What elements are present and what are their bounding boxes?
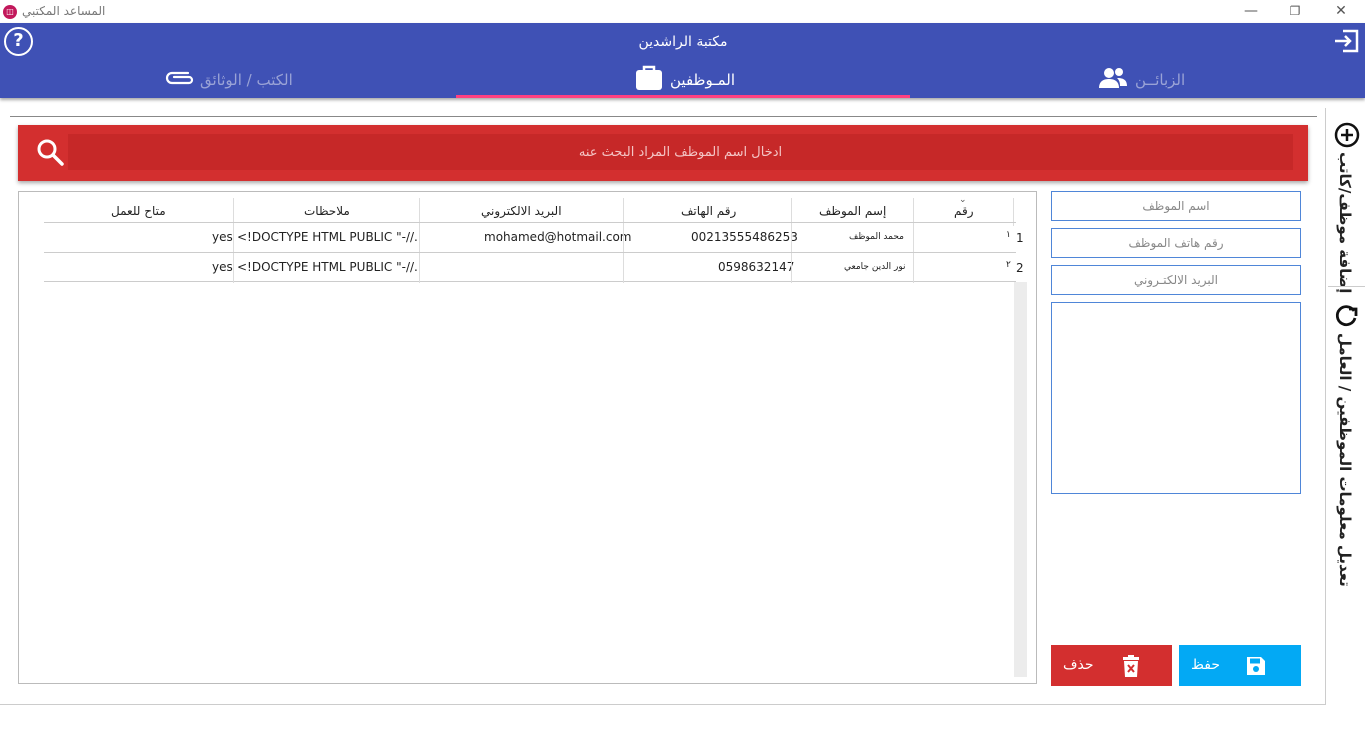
refresh-icon bbox=[1335, 305, 1358, 327]
add-circle-icon bbox=[1334, 122, 1360, 148]
save-button-label: حفظ bbox=[1191, 657, 1221, 673]
column-header-email[interactable]: البريد الالكتروني bbox=[481, 204, 562, 218]
divider bbox=[10, 116, 1317, 117]
tab-customers-label: الزبائــن bbox=[1135, 71, 1186, 89]
paperclip-icon bbox=[165, 71, 194, 85]
employees-table: رقم ⌄ إسم الموظف رقم الهاتف البريد الالك… bbox=[18, 191, 1037, 684]
column-header-id[interactable]: رقم bbox=[954, 204, 974, 218]
search-input[interactable] bbox=[68, 134, 1293, 170]
delete-button-label: حذف bbox=[1063, 657, 1094, 673]
column-header-notes[interactable]: ملاحظات bbox=[304, 204, 350, 218]
tab-employees[interactable]: المـوظفين bbox=[456, 60, 910, 98]
search-bar bbox=[18, 125, 1308, 181]
cell-divider bbox=[791, 253, 792, 283]
employee-notes-field[interactable] bbox=[1051, 302, 1301, 494]
cell-available: yes bbox=[212, 260, 233, 274]
cell-divider bbox=[419, 253, 420, 283]
row-number: 1 bbox=[1016, 231, 1024, 245]
employee-phone-field[interactable] bbox=[1051, 228, 1301, 258]
save-button[interactable]: حفظ bbox=[1179, 645, 1301, 686]
page-title: مكتبة الراشدين bbox=[638, 34, 728, 50]
sort-arrow-icon: ⌄ bbox=[959, 195, 967, 205]
side-tabs: إضافة موظف/كاتب تعديل معلومات الموظفين /… bbox=[1328, 108, 1365, 705]
delete-button[interactable]: حذف bbox=[1051, 645, 1172, 686]
exit-icon[interactable] bbox=[1333, 27, 1361, 55]
column-header-available[interactable]: متاح للعمل bbox=[111, 204, 166, 218]
cell-notes: <!DOCTYPE HTML PUBLIC "-//... bbox=[237, 230, 417, 244]
cell-divider bbox=[623, 253, 624, 283]
divider bbox=[0, 704, 1325, 705]
help-icon[interactable]: ? bbox=[4, 27, 33, 56]
cell-divider bbox=[233, 223, 234, 253]
cell-phone: 00213555486253 bbox=[691, 230, 798, 244]
restore-button[interactable]: ❐ bbox=[1285, 2, 1305, 20]
window-title: المساعد المكتبي bbox=[22, 4, 106, 18]
close-button[interactable]: ✕ bbox=[1331, 2, 1351, 20]
cell-available: yes bbox=[212, 230, 233, 244]
cell-notes: <!DOCTYPE HTML PUBLIC "-//... bbox=[237, 260, 417, 274]
save-icon bbox=[1247, 657, 1265, 675]
side-tab-edit-label: تعديل معلومات الموظفين / العامل bbox=[1336, 333, 1354, 587]
column-header-name[interactable]: إسم الموظف bbox=[819, 204, 886, 218]
table-scrollbar[interactable] bbox=[1014, 282, 1027, 677]
tab-employees-label: المـوظفين bbox=[670, 71, 736, 89]
users-icon bbox=[1099, 68, 1127, 88]
table-row[interactable]: yes <!DOCTYPE HTML PUBLIC "-//... mohame… bbox=[44, 222, 1016, 253]
side-tab-edit-employees[interactable]: تعديل معلومات الموظفين / العامل bbox=[1328, 287, 1365, 587]
briefcase-icon bbox=[636, 65, 662, 90]
tab-books[interactable]: الكتب / الوثائق bbox=[0, 60, 456, 98]
search-icon[interactable] bbox=[36, 138, 64, 166]
app-header: ? مكتبة الراشدين الزبائــن المـوظفين الك… bbox=[0, 23, 1365, 98]
cell-divider bbox=[419, 223, 420, 253]
trash-icon bbox=[1123, 655, 1139, 677]
window-titlebar: ◫ المساعد المكتبي — ❐ ✕ bbox=[0, 0, 1365, 23]
cell-name: نور الدين جامعي bbox=[844, 262, 906, 272]
cell-divider bbox=[913, 253, 914, 283]
table-row[interactable]: yes <!DOCTYPE HTML PUBLIC "-//... 059863… bbox=[44, 252, 1016, 283]
divider bbox=[1325, 108, 1326, 705]
employee-name-field[interactable] bbox=[1051, 191, 1301, 221]
cell-divider bbox=[913, 223, 914, 253]
cell-id: ٢ bbox=[1006, 260, 1011, 270]
row-number: 2 bbox=[1016, 261, 1024, 275]
minimize-button[interactable]: — bbox=[1241, 2, 1261, 20]
cell-phone: 0598632147 bbox=[718, 260, 795, 274]
cell-divider bbox=[623, 223, 624, 253]
column-header-phone[interactable]: رقم الهاتف bbox=[681, 204, 736, 218]
employee-email-field[interactable] bbox=[1051, 265, 1301, 295]
tab-books-label: الكتب / الوثائق bbox=[200, 71, 293, 89]
cell-email: mohamed@hotmail.com bbox=[484, 230, 632, 244]
cell-divider bbox=[791, 223, 792, 253]
app-logo-icon: ◫ bbox=[3, 5, 17, 19]
side-tab-add-label: إضافة موظف/كاتب bbox=[1336, 152, 1354, 294]
cell-name: محمد الموظف bbox=[849, 232, 904, 242]
cell-divider bbox=[233, 253, 234, 283]
cell-id: ١ bbox=[1006, 230, 1011, 240]
side-tab-add-employee[interactable]: إضافة موظف/كاتب bbox=[1328, 108, 1365, 293]
tab-customers[interactable]: الزبائــن bbox=[910, 60, 1365, 98]
